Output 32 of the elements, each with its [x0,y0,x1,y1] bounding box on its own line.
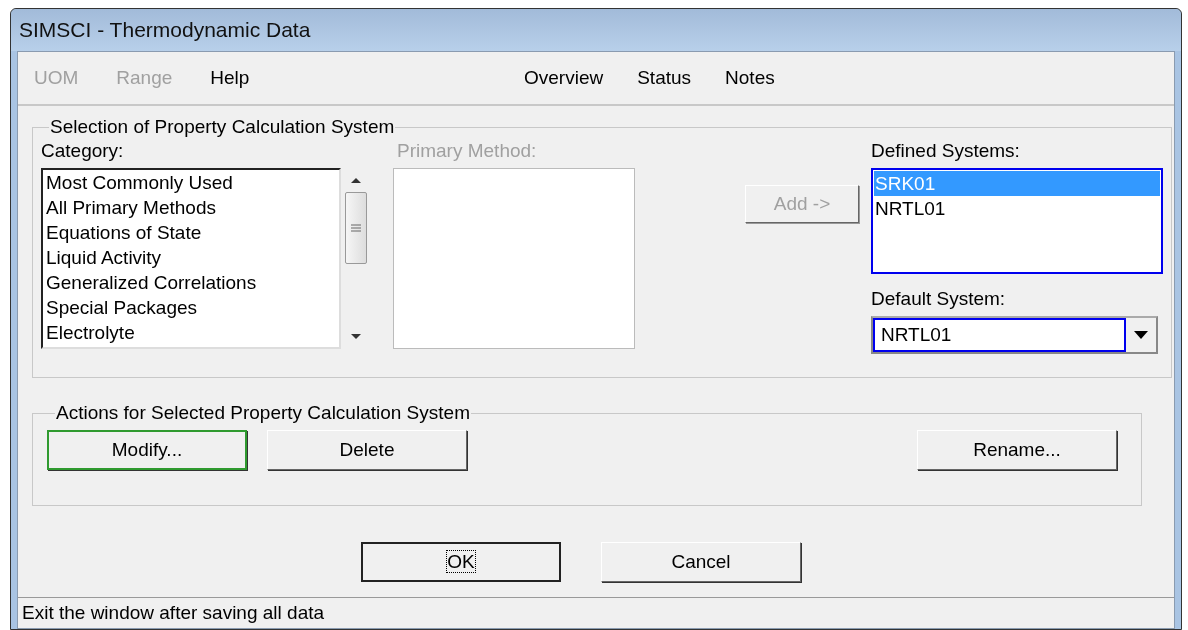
systems-list[interactable]: SRK01 NRTL01 [871,168,1163,274]
list-item[interactable]: Equations of State [45,220,339,245]
list-item[interactable]: Electrolyte [45,320,339,345]
action-button[interactable]: Rename... [917,430,1117,470]
list-item[interactable]: Generalized Correlations [45,270,339,295]
default-system-dropdown[interactable]: NRTL01 [871,316,1158,354]
window-title: SIMSCI - Thermodynamic Data [19,18,311,42]
field-label: Defined Systems: [871,140,1021,163]
menu-item[interactable]: Overview [524,63,604,93]
dropdown-arrow-icon[interactable] [1134,331,1148,339]
group-title: Selection of Property Calculation System [49,116,396,138]
group-title: Actions for Selected Property Calculation System [55,402,471,424]
dialog-button[interactable]: OK [361,542,561,582]
field-label: Primary Method: [397,140,538,163]
list-item[interactable]: Liquid Activity [45,245,339,270]
field-label: Default System: [871,288,1007,311]
list-item[interactable]: All Primary Methods [45,195,339,220]
status-text: Exit the window after saving all data [18,597,1174,628]
scroll-down-icon[interactable] [350,333,362,341]
field-label: Category: [41,140,125,163]
dialog-button[interactable]: Cancel [601,542,801,582]
menu-item[interactable]: Status [637,63,692,93]
menu-item[interactable]: Help [210,63,250,93]
list-item[interactable]: NRTL01 [874,196,1160,221]
category-list[interactable]: Most Commonly Used All Primary Methods Equations of State Liquid Activity Generalized Correlations Special Packages Electrolyte [41,168,341,349]
list-item[interactable]: Most Commonly Used [45,170,339,195]
menu-item[interactable]: Notes [725,63,775,93]
action-button[interactable]: Delete [267,430,467,470]
action-button[interactable]: Modify... [47,430,247,470]
list-item[interactable]: Special Packages [45,295,339,320]
scroll-up-icon[interactable] [350,176,362,184]
scroll-thumb[interactable] [345,192,367,264]
